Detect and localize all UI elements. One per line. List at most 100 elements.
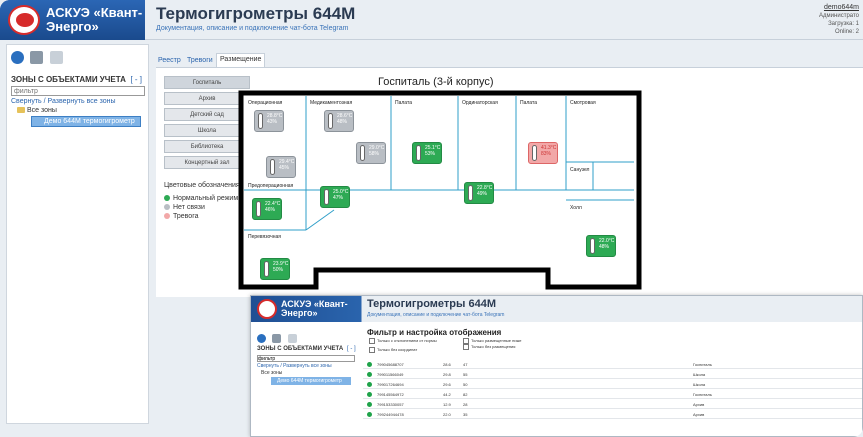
room-button-hospital[interactable]: Госпиталь (164, 76, 250, 89)
row-id: 799153330057 (377, 402, 404, 407)
table-row: 799011566049 29.8 55 Школа (363, 370, 862, 379)
info-icon[interactable] (11, 51, 24, 64)
tab-alarms[interactable]: Тревоги (187, 55, 213, 67)
header: АСКУЭ «Квант- Энерго» Термогигрометры 64… (0, 0, 863, 40)
tab-registry[interactable]: Реестр (158, 55, 181, 67)
thermometer-icon (360, 145, 365, 161)
logo-icon (257, 299, 277, 319)
thermometer-icon (324, 189, 329, 205)
sensor-tile[interactable]: 29.0°C 58% (356, 142, 386, 164)
plan-title: Госпиталь (3-й корпус) (378, 76, 494, 88)
inset-checkbox: Только без координат (369, 347, 417, 353)
row-humidity: 55 (463, 372, 468, 377)
inset-filter-title: Фильтр и настройка отображения (367, 328, 502, 337)
logo[interactable]: АСКУЭ «Квант- Энерго» (0, 0, 145, 40)
tree-node-all[interactable]: Все зоны (17, 107, 57, 114)
collapse-expand-link[interactable]: Свернуть / Развернуть все зоны (11, 98, 115, 105)
page-title: Термогигрометры 644М (156, 4, 356, 23)
row-id: 799045688707 (377, 362, 404, 367)
status-dot-icon (164, 204, 170, 211)
inset-header: АСКУЭ «Квант- Энерго» Термогигрометры 64… (251, 296, 862, 322)
sensor-tile[interactable]: 29.4°C 45% (266, 156, 296, 178)
row-location: Госпиталь (693, 392, 712, 397)
room-label: Смотровая (570, 100, 596, 106)
sensor-humidity: 50% (273, 267, 284, 273)
info-icon (257, 334, 266, 343)
status-dot-icon (164, 213, 170, 220)
row-temp: 29.6 (443, 382, 451, 387)
thermometer-icon (590, 238, 595, 254)
status-dot-icon (367, 382, 372, 387)
inset-collapse-link: Свернуть / Развернуть все зоны (257, 363, 332, 369)
zones-title: ЗОНЫ С ОБЪЕКТАМИ УЧЕТА (11, 75, 126, 84)
room-label: Санузел (570, 167, 590, 173)
status-dot-icon (164, 195, 170, 202)
inset-main: Фильтр и настройка отображения Только с … (363, 326, 862, 436)
inset-subtitle: Документация, описание и подключение чат… (367, 312, 505, 318)
settings-icon[interactable] (49, 51, 63, 64)
room-label: Перевязочная (248, 234, 282, 240)
row-id: 799017264694 (377, 382, 404, 387)
tree-node-demo[interactable]: Демо 644М термогигрометр (31, 116, 141, 127)
zone-filter-input[interactable] (11, 86, 145, 96)
zones-collapse-toggle[interactable]: [ - ] (130, 75, 142, 84)
sensor-humidity: 83% (541, 151, 552, 157)
legend-title: Цветовые обозначения: (164, 182, 242, 189)
sensor-humidity: 46% (265, 207, 276, 213)
table-row: 799153330057 12.9 28 Архив (363, 400, 862, 409)
floor-plan: Операционная Медикаментозная Палата Орди… (238, 90, 642, 290)
inset-checkbox: Только с отклонением от нормы (369, 338, 437, 344)
row-temp: 28.6 (443, 362, 451, 367)
row-location: Архив (693, 412, 705, 417)
row-temp: 22.0 (443, 412, 451, 417)
room-label: Ординаторская (462, 100, 498, 106)
sensor-tile[interactable]: 25.1°C 53% (412, 142, 442, 164)
table-row: 799244944478 22.0 35 Архив (363, 410, 862, 419)
sensor-tile[interactable]: 23.9°C 50% (260, 258, 290, 280)
sensor-tile[interactable]: 41.3°C 83% (528, 142, 558, 164)
row-location: Госпиталь (693, 362, 712, 367)
row-temp: 29.8 (443, 372, 451, 377)
sensor-tile[interactable]: 25.0°C 47% (320, 186, 350, 208)
sensor-tile[interactable]: 22.8°C 49% (464, 182, 494, 204)
row-location: Архив (693, 402, 705, 407)
floor-plan-walls (238, 90, 642, 290)
thermometer-icon (532, 145, 537, 161)
inset-sidebar: ЗОНЫ С ОБЪЕКТАМИ УЧЕТА [ - ] фильтр Свер… (255, 326, 359, 436)
legend-alarm: Тревога (164, 213, 199, 220)
sensor-humidity: 45% (279, 165, 290, 171)
user-box: demo644m Администрато Загрузка: 1 Online… (819, 4, 859, 36)
row-location: Школа (693, 382, 706, 387)
inset-title: Термогигрометры 644М (367, 298, 496, 310)
user-link[interactable]: demo644m (819, 4, 859, 12)
row-humidity: 47 (463, 362, 468, 367)
logo-icon (8, 5, 40, 35)
sensor-humidity: 48% (599, 244, 610, 250)
sensor-humidity: 58% (369, 151, 380, 157)
sensor-tile[interactable]: 22.0°C 48% (586, 235, 616, 257)
chart-icon[interactable] (30, 51, 44, 64)
room-label: Операционная (248, 100, 283, 106)
tab-placement[interactable]: Размещение (216, 53, 266, 67)
logo-text-line1: АСКУЭ «Квант- (46, 5, 143, 20)
sensor-tile[interactable]: 28.6°C 48% (324, 110, 354, 132)
table-row: 799145564972 44.2 82 Госпиталь (363, 390, 862, 399)
sensor-tile[interactable]: 22.4°C 46% (252, 198, 282, 220)
room-label: Медикаментозная (310, 100, 353, 106)
sensor-humidity: 48% (337, 119, 348, 125)
room-label: Палата (520, 100, 537, 106)
legend-normal: Нормальный режим (164, 195, 238, 202)
thermometer-icon (256, 201, 261, 217)
inset-zones-toggle: [ - ] (347, 346, 356, 352)
sensor-humidity: 47% (333, 195, 344, 201)
room-label: Предоперационная (248, 183, 294, 189)
status-dot-icon (367, 402, 372, 407)
row-humidity: 35 (463, 412, 468, 417)
room-label: Холл (570, 205, 582, 211)
inset-tree-item: Демо 644М термогигрометр (271, 377, 351, 385)
row-temp: 44.2 (443, 392, 451, 397)
thermometer-icon (468, 185, 473, 201)
sensor-tile[interactable]: 28.8°C 43% (254, 110, 284, 132)
sidebar-toolbar (11, 51, 65, 69)
docs-link[interactable]: Документация, описание и подключение чат… (156, 25, 348, 32)
